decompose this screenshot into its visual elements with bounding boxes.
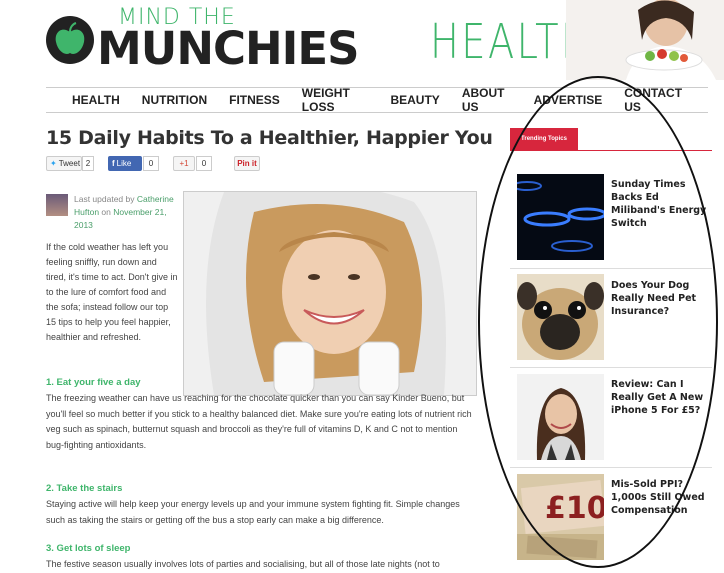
twitter-icon: ✦	[50, 159, 57, 168]
like-count: 0	[143, 156, 159, 171]
nav-item-nutrition[interactable]: NUTRITION	[142, 93, 207, 107]
nav-item-beauty[interactable]: BEAUTY	[390, 93, 439, 107]
article-photo	[183, 191, 477, 396]
pinterest-button[interactable]: Pin it	[234, 156, 260, 171]
tweet-button[interactable]: ✦ Tweet	[46, 156, 82, 171]
byline-mid: on	[99, 207, 114, 217]
header-banner-image	[566, 0, 724, 80]
nav-item-fitness[interactable]: FITNESS	[229, 93, 280, 107]
annotation-oval	[478, 76, 718, 568]
logo-wordmark[interactable]: MUNCHIES	[97, 22, 360, 75]
logo-apple-icon[interactable]	[46, 16, 94, 64]
gplus-count: 0	[196, 156, 212, 171]
tweet-count: 2	[82, 156, 94, 171]
article-title: 15 Daily Habits To a Healthier, Happier …	[46, 127, 493, 149]
section-heading-2: 2. Take the stairs	[46, 483, 123, 494]
facebook-icon: f	[112, 159, 115, 168]
byline-prefix: Last updated by	[74, 194, 137, 204]
tweet-label: Tweet	[58, 159, 81, 168]
nav-item-health[interactable]: HEALTH	[72, 93, 120, 107]
byline: Last updated by Catherine Hufton on Nove…	[74, 193, 174, 232]
nav-item-weight-loss[interactable]: WEIGHT LOSS	[302, 86, 369, 114]
facebook-like-button[interactable]: f Like	[108, 156, 142, 171]
section-text-1: The freezing weather can have us reachin…	[46, 391, 476, 453]
article-lead: If the cold weather has left you feeling…	[46, 242, 178, 342]
author-avatar[interactable]	[46, 194, 68, 216]
like-label: Like	[116, 159, 132, 168]
section-heading-1: 1. Eat your five a day	[46, 377, 141, 388]
section-text-2: Staying active will help keep your energ…	[46, 499, 460, 525]
google-plus-button[interactable]: +1	[173, 156, 195, 171]
section-text-1-content: The freezing weather can have us reachin…	[46, 393, 472, 450]
section-heading-3: 3. Get lots of sleep	[46, 543, 131, 554]
section-text-3: The festive season usually involves lots…	[46, 559, 440, 569]
nav-item-about-us[interactable]: ABOUT US	[462, 86, 512, 114]
